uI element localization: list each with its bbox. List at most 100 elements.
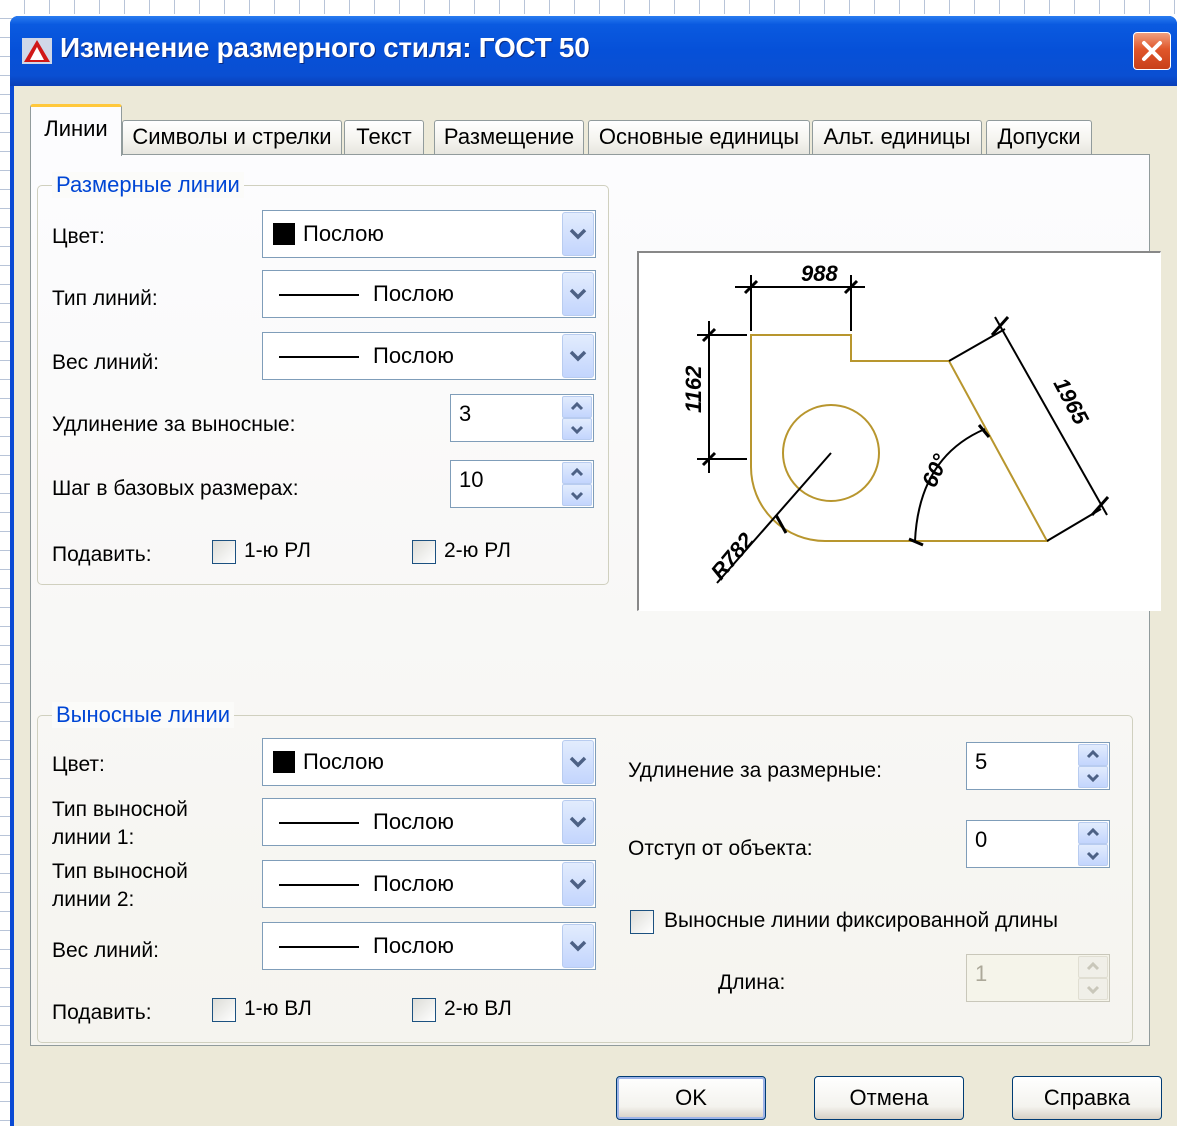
suppress-ext-line-2-label[interactable]: 2-ю ВЛ	[444, 996, 512, 1022]
suppress-dim-line-2-label[interactable]: 2-ю РЛ	[444, 538, 511, 564]
suppress-ext-line-1-label[interactable]: 1-ю ВЛ	[244, 996, 312, 1022]
dim-suppress-label: Подавить:	[52, 543, 152, 566]
spin-up-button[interactable]	[1078, 822, 1108, 844]
tab-alternate-units[interactable]: Альт. единицы	[812, 120, 982, 154]
ext-offset-label: Отступ от объекта:	[628, 837, 813, 860]
spin-down-button[interactable]	[1078, 844, 1108, 866]
ext-linetype2-select[interactable]: Послою	[262, 860, 596, 908]
dim-color-select[interactable]: Послою	[262, 210, 596, 258]
close-button[interactable]	[1133, 32, 1171, 70]
title-bar[interactable]: Изменение размерного стиля: ГОСТ 50	[10, 16, 1177, 86]
spin-down-button[interactable]	[1078, 978, 1108, 1000]
spin-down-button[interactable]	[562, 418, 592, 440]
preview-dim-left: 1162	[681, 365, 706, 413]
line-sample	[279, 946, 359, 948]
spin-down-button[interactable]	[1078, 766, 1108, 788]
line-sample	[279, 822, 359, 824]
background-ruler	[0, 0, 1177, 14]
ext-suppress-label: Подавить:	[52, 1001, 152, 1024]
tab-lines[interactable]: Линии	[30, 104, 122, 156]
chevron-up-icon	[1086, 961, 1100, 971]
tab-tolerances[interactable]: Допуски	[986, 120, 1092, 154]
ext-color-value: Послою	[303, 749, 384, 774]
suppress-dim-line-2-checkbox[interactable]	[412, 540, 436, 564]
spin-up-button[interactable]	[562, 462, 592, 484]
preview-dim-radius: R782	[706, 527, 759, 584]
ext-linetype2-label: Тип выносной линии 2:	[52, 860, 188, 911]
extension-lines-title: Выносные линии	[52, 702, 235, 728]
preview-dim-angle: 60°	[917, 450, 953, 491]
ext-linetype1-select[interactable]: Послою	[262, 798, 596, 846]
suppress-dim-line-1-label[interactable]: 1-ю РЛ	[244, 538, 311, 564]
spin-down-button[interactable]	[562, 484, 592, 506]
dim-lineweight-select[interactable]: Послою	[262, 332, 596, 380]
preview-dim-top: 988	[801, 261, 838, 286]
chevron-down-icon	[569, 288, 587, 300]
tab-symbols-arrows[interactable]: Символы и стрелки	[122, 120, 342, 154]
dim-extend-spinner[interactable]: 3	[450, 394, 594, 442]
dim-lineweight-label: Вес линий:	[52, 351, 159, 374]
spin-up-button[interactable]	[562, 396, 592, 418]
extension-lines-group: Выносные линии Цвет: Послою Тип выносной…	[37, 702, 1133, 1043]
dropdown-button[interactable]	[562, 740, 594, 784]
spin-up-button[interactable]	[1078, 744, 1108, 766]
chevron-down-icon	[1086, 773, 1100, 783]
tab-text[interactable]: Текст	[344, 120, 424, 154]
ext-linetype1-label: Тип выносной линии 1:	[52, 798, 188, 849]
dim-extend-label: Удлинение за выносные:	[52, 413, 296, 436]
chevron-down-icon	[569, 350, 587, 362]
ext-extend-spinner[interactable]: 5	[966, 742, 1110, 790]
line-sample	[279, 356, 359, 358]
dropdown-button[interactable]	[562, 212, 594, 256]
dropdown-button[interactable]	[562, 862, 594, 906]
ext-color-select[interactable]: Послою	[262, 738, 596, 786]
chevron-down-icon	[569, 816, 587, 828]
dialog-client-area: Линии Символы и стрелки Текст Размещение…	[14, 86, 1177, 1126]
ext-offset-value: 0	[975, 827, 988, 852]
help-button[interactable]: Справка	[1012, 1076, 1162, 1120]
dim-linetype-label: Тип линий:	[52, 287, 158, 310]
chevron-down-icon	[570, 425, 584, 435]
dim-color-value: Послою	[303, 221, 384, 246]
color-swatch	[273, 223, 295, 245]
ext-lineweight-value: Послою	[373, 933, 454, 958]
ext-extend-label: Удлинение за размерные:	[628, 759, 882, 782]
window-title: Изменение размерного стиля: ГОСТ 50	[60, 32, 590, 63]
ext-length-value: 1	[975, 961, 988, 986]
dimension-lines-title: Размерные линии	[52, 172, 244, 198]
dialog-window: Изменение размерного стиля: ГОСТ 50 Лини…	[10, 16, 1177, 1126]
tab-primary-units[interactable]: Основные единицы	[588, 120, 810, 154]
fixed-length-label[interactable]: Выносные линии фиксированной длины	[664, 908, 1058, 934]
ext-lineweight-select[interactable]: Послою	[262, 922, 596, 970]
chevron-down-icon	[1086, 985, 1100, 995]
suppress-dim-line-1-checkbox[interactable]	[212, 540, 236, 564]
dim-lineweight-value: Послою	[373, 343, 454, 368]
dropdown-button[interactable]	[562, 334, 594, 378]
dim-baseline-spinner[interactable]: 10	[450, 460, 594, 508]
suppress-ext-line-1-checkbox[interactable]	[212, 998, 236, 1022]
ok-button[interactable]: OK	[616, 1076, 766, 1120]
suppress-ext-line-2-checkbox[interactable]	[412, 998, 436, 1022]
dimension-lines-group: Размерные линии Цвет: Послою Тип линий: …	[37, 172, 609, 585]
color-swatch	[273, 751, 295, 773]
chevron-up-icon	[570, 467, 584, 477]
dim-linetype-select[interactable]: Послою	[262, 270, 596, 318]
chevron-down-icon	[569, 756, 587, 768]
dropdown-button[interactable]	[562, 800, 594, 844]
ext-lineweight-label: Вес линий:	[52, 939, 159, 962]
chevron-up-icon	[570, 401, 584, 411]
fixed-length-checkbox[interactable]	[630, 910, 654, 934]
chevron-up-icon	[1086, 749, 1100, 759]
ext-length-spinner[interactable]: 1	[966, 954, 1110, 1002]
dim-linetype-value: Послою	[373, 281, 454, 306]
tab-fit[interactable]: Размещение	[434, 120, 584, 154]
ext-extend-value: 5	[975, 749, 988, 774]
dim-baseline-value: 10	[459, 467, 484, 492]
cancel-button[interactable]: Отмена	[814, 1076, 964, 1120]
spin-up-button[interactable]	[1078, 956, 1108, 978]
dropdown-button[interactable]	[562, 924, 594, 968]
autocad-icon	[22, 38, 52, 64]
chevron-down-icon	[569, 940, 587, 952]
dropdown-button[interactable]	[562, 272, 594, 316]
ext-offset-spinner[interactable]: 0	[966, 820, 1110, 868]
